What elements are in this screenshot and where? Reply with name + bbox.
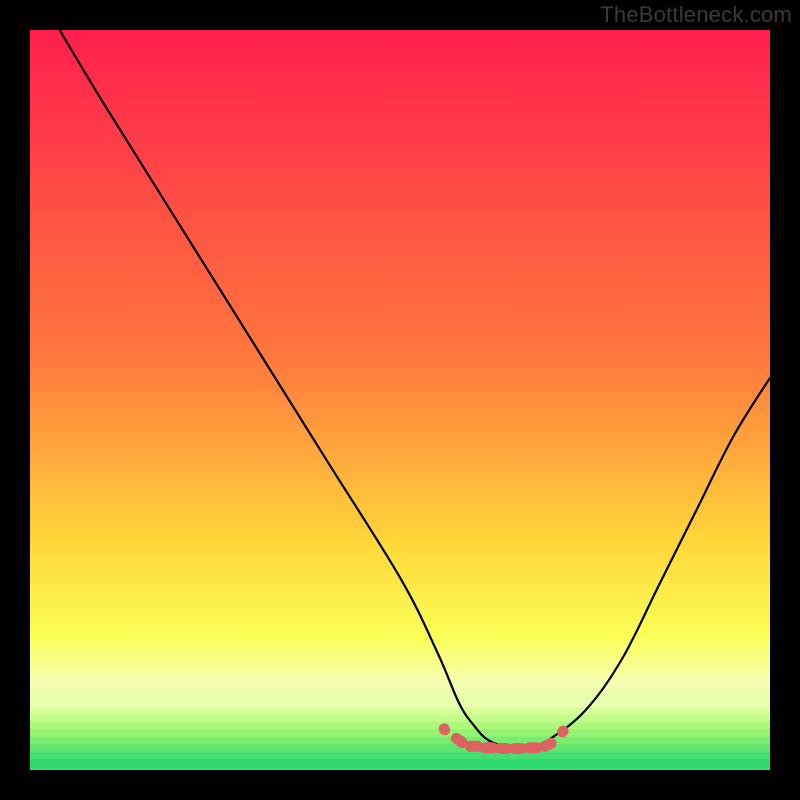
color-band bbox=[30, 759, 770, 768]
chart-svg bbox=[30, 30, 770, 770]
bottom-color-bands bbox=[30, 700, 770, 768]
watermark-text: TheBottleneck.com bbox=[600, 2, 792, 28]
gradient-background bbox=[30, 30, 770, 770]
plot-area bbox=[30, 30, 770, 770]
marker-blob bbox=[524, 742, 542, 753]
